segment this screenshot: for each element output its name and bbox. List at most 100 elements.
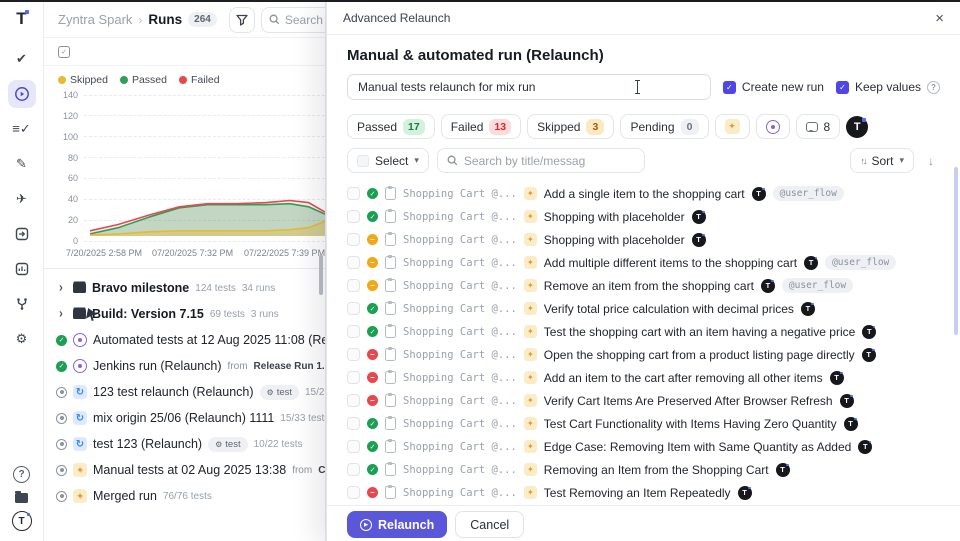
keep-values-checkbox[interactable]: ✓ Keep values ?: [836, 80, 940, 94]
chevron-right-icon[interactable]: ›: [56, 307, 66, 321]
left-panel-scrollbar[interactable]: [319, 255, 323, 295]
case-row[interactable]: Shopping Cart @... Add an item to the ca…: [347, 366, 940, 389]
case-tag[interactable]: @user_flow: [773, 186, 844, 201]
run-row[interactable]: Merged run 76/76 tests: [56, 483, 325, 509]
reports-icon[interactable]: [8, 255, 36, 283]
run-title[interactable]: test 123 (Relaunch): [93, 437, 202, 451]
run-title[interactable]: Manual tests at 02 Aug 2025 13:38: [93, 463, 286, 477]
run-title[interactable]: Bravo milestone: [92, 281, 189, 295]
help-icon[interactable]: ?: [13, 466, 30, 483]
case-checkbox[interactable]: [347, 394, 360, 407]
case-row[interactable]: Shopping Cart @... Test Cart Functionali…: [347, 412, 940, 435]
test-runs-icon[interactable]: [8, 80, 36, 108]
projects-icon[interactable]: [15, 493, 28, 503]
run-name-input[interactable]: [347, 74, 711, 100]
case-title[interactable]: Open the shopping cart from a product li…: [544, 348, 855, 362]
run-row[interactable]: › Build: Version 7.15 69 tests 3 runs: [56, 301, 325, 327]
automated-type-chip[interactable]: [756, 114, 790, 139]
case-row[interactable]: Shopping Cart @... Test Removing an Item…: [347, 481, 940, 504]
case-title[interactable]: Shopping with placeholder: [544, 210, 685, 224]
case-title[interactable]: Verify total price calculation with deci…: [544, 302, 794, 316]
case-checkbox[interactable]: [347, 348, 360, 361]
case-row[interactable]: Shopping Cart @... Verify total price ca…: [347, 297, 940, 320]
legend-item[interactable]: Failed: [179, 74, 220, 86]
case-row[interactable]: Shopping Cart @... Shopping with placeho…: [347, 228, 940, 251]
case-title[interactable]: Add multiple different items to the shop…: [544, 256, 797, 270]
run-title[interactable]: mix origin 25/06 (Relaunch) 1111: [93, 411, 274, 425]
case-title[interactable]: Test Removing an Item Repeatedly: [544, 486, 731, 500]
case-checkbox[interactable]: [347, 256, 360, 269]
case-title[interactable]: Add an item to the cart after removing a…: [544, 371, 823, 385]
case-row[interactable]: Shopping Cart @... Test the shopping car…: [347, 320, 940, 343]
cancel-button[interactable]: Cancel: [455, 511, 524, 538]
close-icon[interactable]: ×: [935, 11, 944, 26]
case-checkbox[interactable]: [347, 371, 360, 384]
case-checkbox[interactable]: [347, 325, 360, 338]
case-row[interactable]: Shopping Cart @... Open the shopping car…: [347, 343, 940, 366]
status-filter-chip[interactable]: Skipped 3: [527, 114, 614, 139]
run-tag[interactable]: test: [208, 437, 247, 452]
case-checkbox[interactable]: [347, 486, 360, 499]
chevron-right-icon[interactable]: ›: [56, 281, 66, 295]
sort-direction-icon[interactable]: ↓: [922, 154, 940, 168]
run-row[interactable]: Jenkins run (Relaunch) from Release Run …: [56, 353, 325, 379]
run-title[interactable]: Build: Version 7.15: [92, 307, 204, 321]
case-checkbox[interactable]: [347, 440, 360, 453]
select-dropdown[interactable]: Select ▾: [347, 148, 429, 173]
case-row[interactable]: Shopping Cart @... Edge Case: Removing I…: [347, 435, 940, 458]
case-checkbox[interactable]: [347, 302, 360, 315]
assignee-avatar[interactable]: T: [846, 116, 868, 138]
case-row[interactable]: Shopping Cart @... Removing an Item from…: [347, 458, 940, 481]
comments-chip[interactable]: 8: [796, 114, 841, 139]
settings-icon[interactable]: ⚙: [8, 325, 36, 353]
case-checkbox[interactable]: [347, 279, 360, 292]
case-tag[interactable]: @user_flow: [782, 278, 853, 293]
case-checkbox[interactable]: [347, 210, 360, 223]
breadcrumb-project[interactable]: Zyntra Spark: [58, 12, 132, 27]
compose-icon[interactable]: ✎: [8, 150, 36, 178]
legend-item[interactable]: Passed: [120, 74, 167, 86]
status-filter-chip[interactable]: Passed 17: [347, 114, 435, 139]
case-row[interactable]: Shopping Cart @... Add a single item to …: [347, 182, 940, 205]
run-tag[interactable]: test: [260, 385, 299, 400]
run-row[interactable]: › Bravo milestone 124 tests 34 runs: [56, 275, 325, 301]
run-row[interactable]: mix origin 25/06 (Relaunch) 1111 15/33 t…: [56, 405, 325, 431]
select-all-icon[interactable]: ✓: [58, 46, 70, 58]
manual-type-chip[interactable]: [715, 114, 750, 139]
run-title[interactable]: Jenkins run (Relaunch): [93, 359, 222, 373]
case-title[interactable]: Remove an item from the shopping cart: [544, 279, 754, 293]
case-row[interactable]: Shopping Cart @... Add multiple differen…: [347, 251, 940, 274]
launches-icon[interactable]: ✈: [8, 185, 36, 213]
case-checkbox[interactable]: [347, 417, 360, 430]
case-title[interactable]: Test Cart Functionality with Items Havin…: [544, 417, 837, 431]
run-title[interactable]: Merged run: [93, 489, 157, 503]
run-row[interactable]: 123 test relaunch (Relaunch) test 15/23 …: [56, 379, 325, 405]
case-tag[interactable]: @user_flow: [825, 255, 896, 270]
filter-button[interactable]: [229, 7, 255, 33]
tests-icon[interactable]: ✔: [8, 45, 36, 73]
case-row[interactable]: Shopping Cart @... Shopping with placeho…: [347, 205, 940, 228]
workflows-icon[interactable]: [8, 290, 36, 318]
case-title[interactable]: Edge Case: Removing Item with Same Quant…: [544, 440, 852, 454]
defects-icon[interactable]: ≡✓: [8, 115, 36, 143]
case-title[interactable]: Test the shopping cart with an item havi…: [544, 325, 856, 339]
run-title[interactable]: 123 test relaunch (Relaunch): [93, 385, 254, 399]
case-checkbox[interactable]: [347, 233, 360, 246]
case-title[interactable]: Add a single item to the shopping cart: [544, 187, 745, 201]
run-title[interactable]: Automated tests at 12 Aug 2025 11:08 (Re…: [93, 333, 325, 347]
case-checkbox[interactable]: [347, 463, 360, 476]
status-filter-chip[interactable]: Failed 13: [441, 114, 521, 139]
help-circle-icon[interactable]: ?: [927, 81, 940, 94]
sort-dropdown[interactable]: ↑↓ Sort ▾: [850, 148, 914, 173]
case-list-scrollbar[interactable]: [954, 167, 958, 335]
relaunch-button[interactable]: ▶ Relaunch: [347, 511, 447, 538]
case-row[interactable]: Shopping Cart @... Add an item to the ca…: [347, 504, 940, 505]
user-avatar[interactable]: T: [12, 511, 32, 531]
run-row[interactable]: test 123 (Relaunch) test 10/22 tests: [56, 431, 325, 457]
case-row[interactable]: Shopping Cart @... Remove an item from t…: [347, 274, 940, 297]
legend-item[interactable]: Skipped: [58, 74, 108, 86]
inbox-icon[interactable]: [8, 220, 36, 248]
case-search-input[interactable]: Search by title/messag: [437, 148, 645, 173]
run-row[interactable]: Automated tests at 12 Aug 2025 11:08 (Re…: [56, 327, 325, 353]
create-new-run-checkbox[interactable]: ✓ Create new run: [723, 80, 824, 94]
